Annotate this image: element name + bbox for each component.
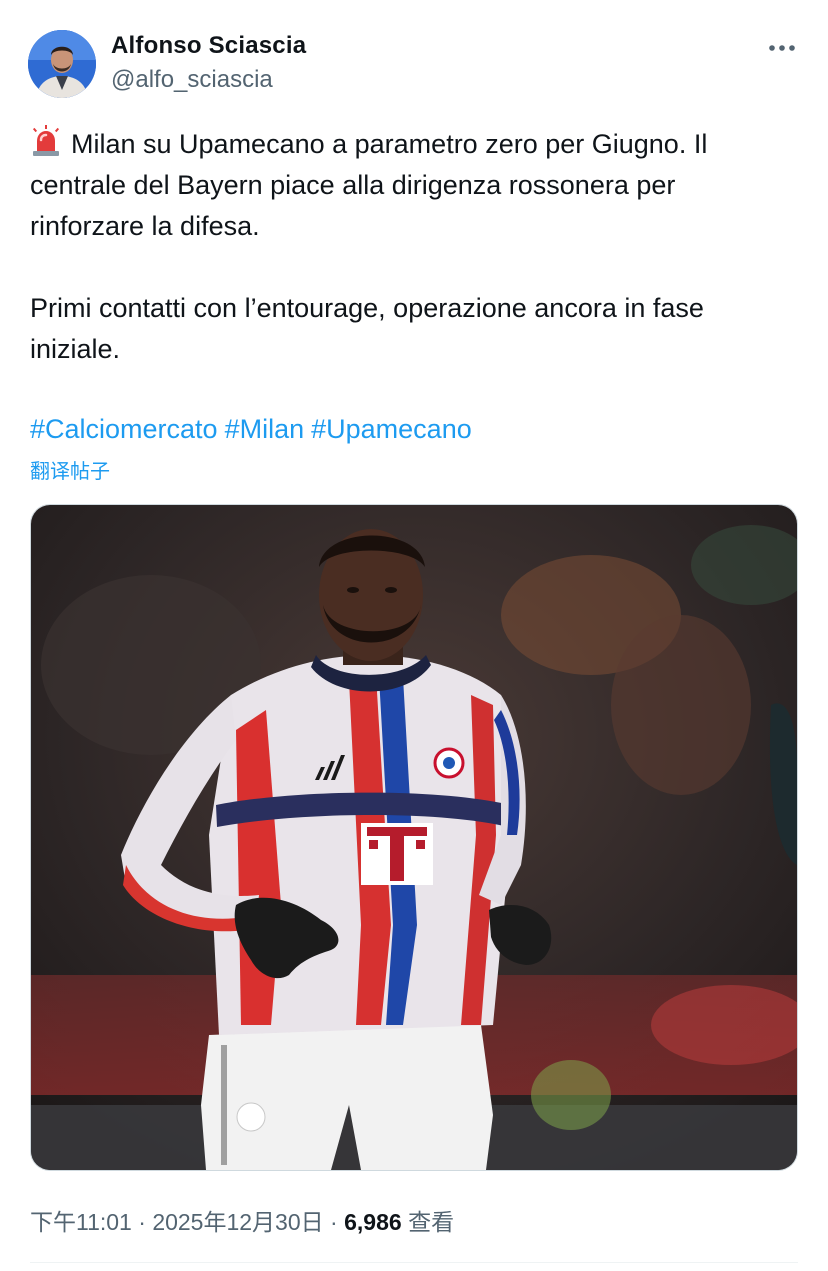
hashtag-milan[interactable]: #Milan xyxy=(225,414,305,444)
tweet-date[interactable]: 2025年12月30日 xyxy=(152,1209,323,1235)
author-handle[interactable]: @alfo_sciascia xyxy=(111,66,273,94)
tweet-line-4: Primi contatti con l’entourage, operazio… xyxy=(30,293,704,323)
tweet-line-3: rinforzare la difesa. xyxy=(30,211,260,241)
more-options-button[interactable] xyxy=(762,34,802,62)
divider xyxy=(30,1262,798,1263)
author-display-name[interactable]: Alfonso Sciascia xyxy=(111,32,306,60)
tweet-meta-row: 下午11:01 · 2025年12月30日 · 6,986 查看 xyxy=(30,1203,454,1237)
tweet-paragraph-1: Milan su Upamecano a parametro zero per … xyxy=(30,124,805,247)
meta-separator-2: · xyxy=(330,1209,338,1235)
tweet-line-1: Milan su Upamecano a parametro zero per … xyxy=(71,129,708,159)
tweet-media-photo[interactable] xyxy=(30,504,798,1171)
more-dots-icon xyxy=(769,45,795,51)
meta-separator: · xyxy=(138,1209,146,1235)
hashtag-upamecano[interactable]: #Upamecano xyxy=(311,414,472,444)
views-label: 查看 xyxy=(408,1209,455,1235)
avatar-image xyxy=(28,30,96,98)
tweet-text: Milan su Upamecano a parametro zero per … xyxy=(30,124,805,370)
tweet-paragraph-2: Primi contatti con l’entourage, operazio… xyxy=(30,288,805,370)
football-player-photo-icon xyxy=(31,505,797,1170)
avatar[interactable] xyxy=(28,30,96,98)
tweet-time[interactable]: 下午11:01 xyxy=(30,1209,132,1235)
tweet-line-2: centrale del Bayern piace alla dirigenza… xyxy=(30,170,676,200)
views-count: 6,986 xyxy=(344,1209,402,1235)
translate-post-link[interactable]: 翻译帖子 xyxy=(30,455,110,484)
hashtag-row: #Calciomercato #Milan #Upamecano xyxy=(30,409,479,450)
hashtag-calciomercato[interactable]: #Calciomercato xyxy=(30,414,218,444)
tweet-line-5: iniziale. xyxy=(30,334,121,364)
police-light-emoji-icon xyxy=(32,125,60,156)
